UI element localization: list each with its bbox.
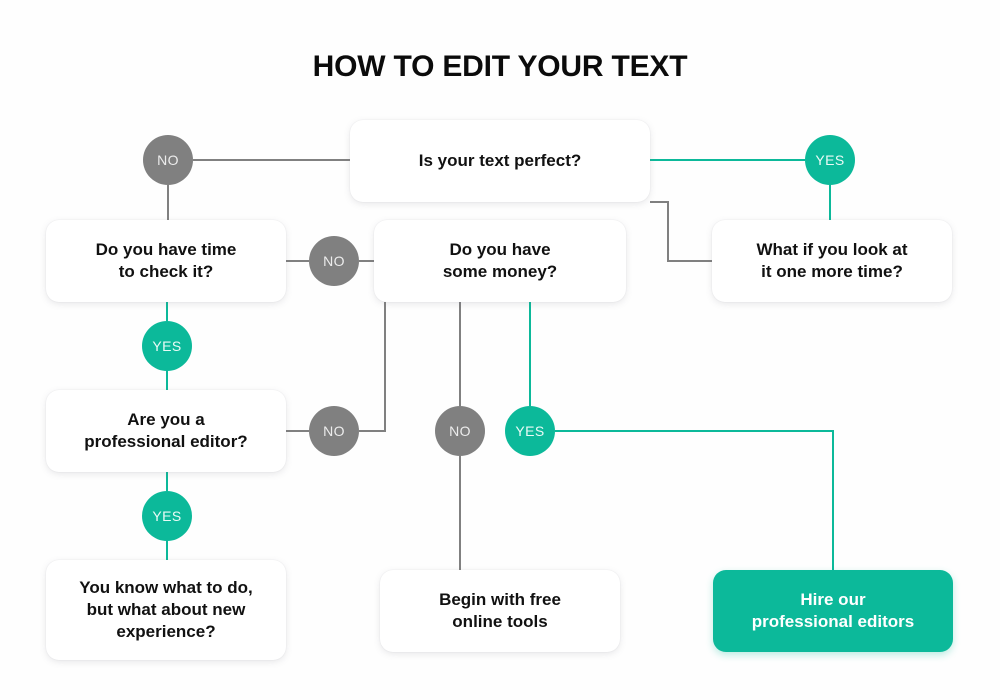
badge-b_no_time[interactable]: NO	[309, 236, 359, 286]
node-label: Begin with free online tools	[439, 589, 561, 631]
connector-c_perfect_elbow	[650, 201, 712, 262]
badge-b_no_pro[interactable]: NO	[309, 406, 359, 456]
connector-c_pro_no_elbow	[359, 302, 386, 432]
badge-label: YES	[815, 152, 845, 168]
badge-b_no_money[interactable]: NO	[435, 406, 485, 456]
node-q_money[interactable]: Do you have some money?	[374, 220, 626, 302]
node-r_know_what[interactable]: You know what to do, but what about new ex…	[46, 560, 286, 660]
badge-b_no_perfect[interactable]: NO	[143, 135, 193, 185]
badge-label: YES	[515, 423, 545, 439]
node-label: Do you have time to check it?	[95, 239, 237, 281]
badge-label: YES	[152, 508, 182, 524]
badge-label: YES	[152, 338, 182, 354]
badge-b_yes_pro[interactable]: YES	[142, 491, 192, 541]
node-label: What if you look at it one more time?	[756, 239, 908, 281]
badge-b_yes_perfect[interactable]: YES	[805, 135, 855, 185]
badge-b_yes_time[interactable]: YES	[142, 321, 192, 371]
node-label: Do you have some money?	[442, 239, 558, 281]
page-title: HOW TO EDIT YOUR TEXT	[312, 50, 688, 83]
badge-label: NO	[157, 152, 179, 168]
node-label: Is your text perfect?	[418, 150, 582, 170]
badge-b_yes_money[interactable]: YES	[505, 406, 555, 456]
node-r_free_tools[interactable]: Begin with free online tools	[380, 570, 620, 652]
node-q_look_again[interactable]: What if you look at it one more time?	[712, 220, 952, 302]
connector-c_money_yes_elbow	[555, 430, 834, 570]
node-q_pro_editor[interactable]: Are you a professional editor?	[46, 390, 286, 472]
node-r_hire[interactable]: Hire our professional editors	[713, 570, 953, 652]
node-q_time[interactable]: Do you have time to check it?	[46, 220, 286, 302]
node-label: You know what to do, but what about new ex…	[79, 577, 253, 642]
node-q_perfect[interactable]: Is your text perfect?	[350, 120, 650, 202]
badge-label: NO	[323, 253, 345, 269]
node-label: Hire our professional editors	[751, 589, 915, 631]
badge-label: NO	[449, 423, 471, 439]
flowchart-canvas: HOW TO EDIT YOUR TEXT Is your text perfe…	[0, 0, 1000, 700]
badge-label: NO	[323, 423, 345, 439]
node-label: Are you a professional editor?	[84, 409, 248, 451]
